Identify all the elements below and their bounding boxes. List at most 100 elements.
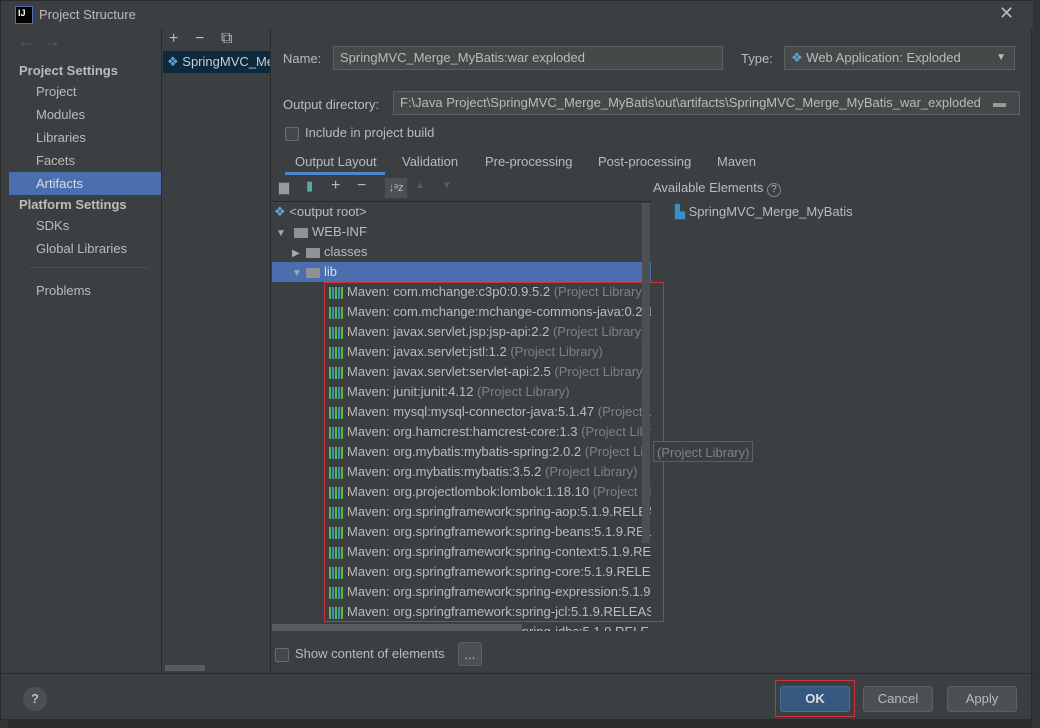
maven-library-icon [329, 366, 344, 379]
platform-settings-heading: Platform Settings [19, 197, 127, 212]
sidebar-item-global-libraries[interactable]: Global Libraries [9, 237, 161, 260]
tree-item-library[interactable]: Maven: mysql:mysql-connector-java:5.1.47… [272, 402, 651, 422]
library-name: Maven: javax.servlet.jsp:jsp-api:2.2 [347, 324, 550, 339]
remove-element-button[interactable]: − [357, 177, 366, 195]
tree-item-library[interactable]: Maven: org.mybatis:mybatis:3.5.2 (Projec… [272, 462, 651, 482]
name-input[interactable]: SpringMVC_Merge_MyBatis:war exploded [333, 46, 723, 70]
horizontal-scrollbar[interactable] [272, 624, 522, 631]
move-down-icon[interactable]: ▼ [442, 180, 452, 191]
library-name: Maven: org.projectlombok:lombok:1.18.10 [347, 484, 590, 499]
tree-item-library[interactable]: Maven: org.springframework:spring-beans:… [272, 522, 651, 542]
ok-button[interactable]: OK [780, 686, 850, 712]
add-copy-of-button[interactable]: + [331, 177, 340, 195]
remove-artifact-button[interactable]: − [195, 30, 204, 48]
tab-post-processing[interactable]: Post-processing [598, 154, 691, 169]
tree-item-library[interactable]: Maven: com.mchange:mchange-commons-java:… [272, 302, 651, 322]
folder-icon [306, 267, 320, 278]
library-scope: (Project Library) [552, 324, 646, 339]
tree-item-library[interactable]: Maven: org.projectlombok:lombok:1.18.10 … [272, 482, 651, 502]
collapsed-triangle-icon[interactable]: ▶ [292, 244, 306, 264]
expanded-triangle-icon[interactable]: ▼ [292, 264, 306, 284]
tree-label: classes [324, 244, 368, 259]
chevron-down-icon: ▼ [996, 52, 1006, 63]
tab-maven[interactable]: Maven [717, 154, 756, 169]
type-select[interactable]: ❖ Web Application: Exploded ▼ [784, 46, 1015, 70]
tab-pre-processing[interactable]: Pre-processing [485, 154, 572, 169]
move-up-icon[interactable]: ▲ [415, 180, 425, 191]
tree-item-library[interactable]: Maven: javax.servlet.jsp:jsp-api:2.2 (Pr… [272, 322, 651, 342]
show-content-label: Show content of elements [295, 646, 445, 661]
sidebar-item-facets[interactable]: Facets [9, 149, 161, 172]
include-in-build-checkbox[interactable]: Include in project build [285, 125, 434, 141]
tree-item-library[interactable]: Maven: org.springframework:spring-expres… [272, 582, 651, 602]
tree-item-library[interactable]: Maven: com.mchange:c3p0:0.9.5.2 (Project… [272, 282, 651, 302]
more-options-button[interactable]: ... [458, 642, 482, 666]
tree-item-library[interactable]: Maven: javax.servlet:servlet-api:2.5 (Pr… [272, 362, 651, 382]
library-name: Maven: org.hamcrest:hamcrest-core:1.3 [347, 424, 578, 439]
tree-item-library[interactable]: Maven: org.springframework:spring-contex… [272, 542, 651, 562]
module-name: SpringMVC_Merge_MyBatis [688, 204, 853, 219]
tree-item-library[interactable]: Maven: javax.servlet:jstl:1.2 (Project L… [272, 342, 651, 362]
tree-item-library[interactable]: Maven: org.springframework:spring-aop:5.… [272, 502, 651, 522]
maven-library-icon [329, 526, 344, 539]
tree-item-output-root[interactable]: ❖ <output root> [272, 202, 651, 222]
maven-library-icon [329, 586, 344, 599]
tree-item-library[interactable]: Maven: junit:junit:4.12 (Project Library… [272, 382, 651, 402]
tree-item-lib[interactable]: ▼ lib [272, 262, 651, 282]
tree-item-classes[interactable]: ▶ classes [272, 242, 651, 262]
apply-button[interactable]: Apply [947, 686, 1017, 712]
expanded-triangle-icon[interactable]: ▼ [272, 224, 294, 244]
library-name: Maven: org.springframework:spring-beans:… [347, 524, 651, 539]
add-artifact-button[interactable]: + [169, 30, 178, 48]
close-icon[interactable]: ✕ [999, 3, 1014, 24]
forward-arrow-icon[interactable]: → [43, 31, 61, 52]
library-name: Maven: com.mchange:mchange-commons-java:… [347, 304, 651, 319]
tree-item-library[interactable]: Maven: org.springframework:spring-jcl:5.… [272, 602, 651, 622]
horizontal-scrollbar[interactable] [165, 665, 205, 671]
tree-label: WEB-INF [312, 224, 367, 239]
cancel-button[interactable]: Cancel [863, 686, 933, 712]
show-content-checkbox[interactable]: Show content of elements [275, 646, 445, 662]
help-button[interactable]: ? [23, 687, 47, 711]
tab-output-layout[interactable]: Output Layout [295, 154, 377, 169]
available-element-module[interactable]: ▙ SpringMVC_Merge_MyBatis [675, 204, 853, 220]
vertical-scrollbar[interactable] [642, 203, 650, 543]
tab-validation[interactable]: Validation [402, 154, 458, 169]
artifact-list-item[interactable]: ❖ SpringMVC_Merge_MyBatis:war exploded [163, 51, 270, 73]
create-archive-icon[interactable]: ▮ [306, 178, 313, 194]
tree-item-library[interactable]: Maven: org.hamcrest:hamcrest-core:1.3 (P… [272, 422, 651, 442]
create-directory-icon[interactable]: ▆ [279, 179, 289, 195]
sidebar-item-project[interactable]: Project [9, 80, 161, 103]
sidebar-item-modules[interactable]: Modules [9, 103, 161, 126]
tree-item-library[interactable]: Maven: org.mybatis:mybatis-spring:2.0.2 … [272, 442, 651, 462]
maven-library-icon [329, 286, 344, 299]
maven-library-icon [329, 406, 344, 419]
help-icon[interactable]: ? [766, 183, 781, 197]
sort-alphabetically-icon[interactable]: ↓ᵃz [385, 178, 407, 198]
tree-item-web-inf[interactable]: ▼ WEB-INF [272, 222, 651, 242]
library-name: Maven: junit:junit:4.12 [347, 384, 474, 399]
sidebar-item-artifacts[interactable]: Artifacts [9, 172, 161, 195]
copy-artifact-button[interactable]: ⧉ [221, 30, 232, 48]
maven-library-icon [329, 326, 344, 339]
web-artifact-icon: ❖ [274, 204, 290, 219]
available-elements-header: Available Elements ? [653, 180, 781, 197]
folder-browse-icon[interactable]: ▬ [993, 92, 1015, 114]
library-name: Maven: org.mybatis:mybatis:3.5.2 [347, 464, 542, 479]
folder-icon [294, 227, 308, 238]
output-directory-input[interactable]: F:\Java Project\SpringMVC_Merge_MyBatis\… [393, 91, 1020, 115]
web-artifact-icon: ❖ [167, 54, 183, 69]
library-name: Maven: org.springframework:spring-jcl:5.… [347, 604, 651, 619]
tree-item-library[interactable]: Maven: org.springframework:spring-core:5… [272, 562, 651, 582]
maven-library-icon [329, 426, 344, 439]
sidebar-item-libraries[interactable]: Libraries [9, 126, 161, 149]
artifact-list-panel: + − ⧉ ❖ SpringMVC_Merge_MyBatis:war expl… [163, 29, 271, 673]
sidebar-item-problems[interactable]: Problems [9, 279, 161, 302]
type-label: Type: [741, 51, 773, 66]
maven-library-icon [329, 546, 344, 559]
library-scope: (Project Library) [510, 344, 603, 359]
back-arrow-icon[interactable]: ← [17, 31, 35, 52]
tree-label: <output root> [289, 204, 367, 219]
sidebar-item-sdks[interactable]: SDKs [9, 214, 161, 237]
name-label: Name: [283, 51, 322, 66]
